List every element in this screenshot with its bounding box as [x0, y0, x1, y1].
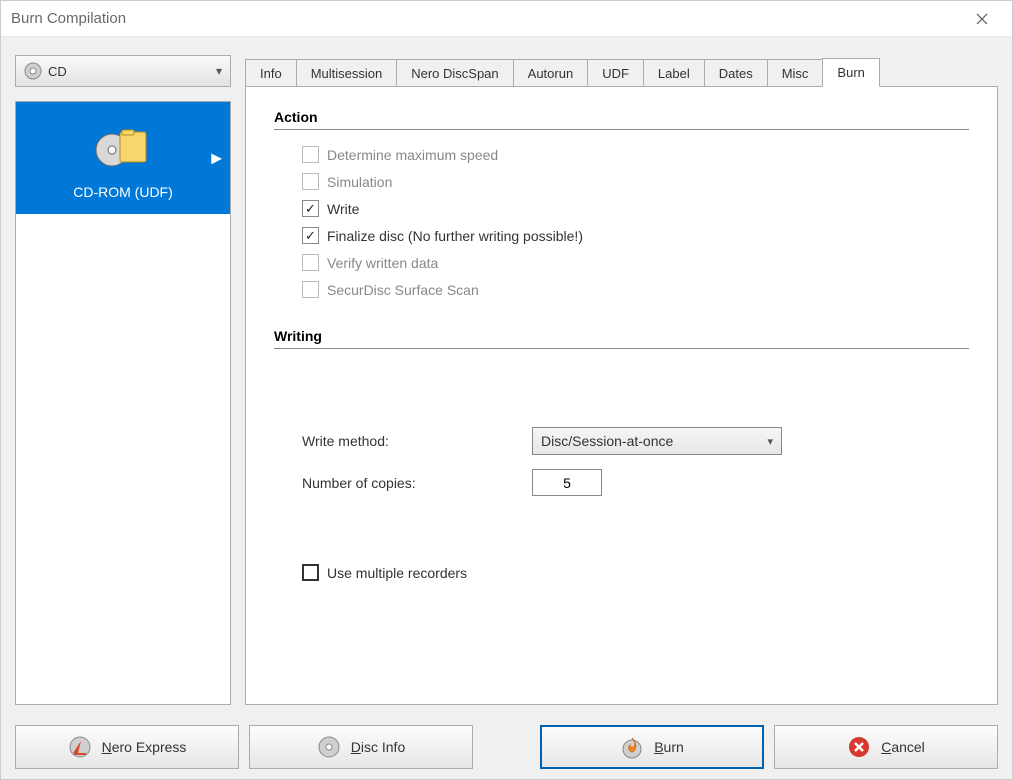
checkbox-label: Finalize disc (No further writing possib…: [327, 228, 583, 244]
checkbox-label: Use multiple recorders: [327, 565, 467, 581]
write-method-label: Write method:: [302, 433, 532, 449]
checkbox-icon: [302, 254, 319, 271]
cancel-icon: [847, 735, 871, 759]
disc-info-icon: [317, 735, 341, 759]
tab-info[interactable]: Info: [245, 59, 297, 87]
checkbox-label: SecurDisc Surface Scan: [327, 282, 479, 298]
button-label: CCancelancel: [881, 739, 925, 755]
close-button[interactable]: [962, 4, 1002, 34]
nero-express-icon: [68, 735, 92, 759]
checkbox-verify: Verify written data: [302, 254, 969, 271]
chevron-down-icon: ▾: [767, 435, 773, 448]
tab-label[interactable]: Label: [643, 59, 705, 87]
button-label: BBurnurn: [654, 739, 684, 755]
copies-label: Number of copies:: [302, 475, 532, 491]
checkbox-determine-speed: Determine maximum speed: [302, 146, 969, 163]
titlebar: Burn Compilation: [1, 1, 1012, 37]
checkbox-icon-checked: [302, 227, 319, 244]
button-label: DDisc Infoisc Info: [351, 739, 405, 755]
nero-express-button[interactable]: NNero Expressero Express: [15, 725, 239, 769]
tab-dates[interactable]: Dates: [704, 59, 768, 87]
burn-icon: [620, 735, 644, 759]
burn-button[interactable]: BBurnurn: [540, 725, 764, 769]
write-method-select[interactable]: Disc/Session-at-once ▾: [532, 427, 782, 455]
checkbox-label: Verify written data: [327, 255, 438, 271]
tab-panel-burn: Action Determine maximum speed Simulatio…: [245, 86, 998, 705]
tab-discspan[interactable]: Nero DiscSpan: [396, 59, 513, 87]
section-action-header: Action: [274, 109, 969, 130]
checkbox-securdisc: SecurDisc Surface Scan: [302, 281, 969, 298]
checkbox-label: Write: [327, 201, 359, 217]
button-label: NNero Expressero Express: [102, 739, 187, 755]
disc-icon: [24, 62, 42, 80]
checkbox-multi-recorders[interactable]: Use multiple recorders: [302, 564, 969, 581]
tab-misc[interactable]: Misc: [767, 59, 824, 87]
footer-buttons: NNero Expressero Express DDisc Infoisc I…: [1, 715, 1012, 779]
checkbox-label: Determine maximum speed: [327, 147, 498, 163]
cdrom-udf-icon: [94, 122, 152, 170]
checkbox-finalize[interactable]: Finalize disc (No further writing possib…: [302, 227, 969, 244]
checkbox-icon-checked: [302, 200, 319, 217]
window-title: Burn Compilation: [11, 10, 126, 27]
tab-multisession[interactable]: Multisession: [296, 59, 398, 87]
compilation-type-item-selected[interactable]: ▶ CD-ROM (UDF): [16, 102, 230, 214]
checkbox-icon: [302, 564, 319, 581]
checkbox-icon: [302, 281, 319, 298]
write-method-value: Disc/Session-at-once: [541, 433, 673, 449]
disc-type-label: CD: [48, 64, 67, 79]
checkbox-icon: [302, 146, 319, 163]
disc-info-button[interactable]: DDisc Infoisc Info: [249, 725, 473, 769]
compilation-type-label: CD-ROM (UDF): [73, 184, 173, 200]
checkbox-label: Simulation: [327, 174, 392, 190]
tab-autorun[interactable]: Autorun: [513, 59, 589, 87]
disc-type-dropdown[interactable]: CD ▾: [15, 55, 231, 87]
checkbox-simulation: Simulation: [302, 173, 969, 190]
cancel-button[interactable]: CCancelancel: [774, 725, 998, 769]
row-write-method: Write method: Disc/Session-at-once ▾: [302, 427, 969, 455]
checkbox-icon: [302, 173, 319, 190]
row-copies: Number of copies:: [302, 469, 969, 496]
checkbox-write[interactable]: Write: [302, 200, 969, 217]
copies-input[interactable]: [532, 469, 602, 496]
tab-udf[interactable]: UDF: [587, 59, 644, 87]
play-arrow-icon: ▶: [211, 150, 222, 167]
chevron-down-icon: ▾: [216, 64, 222, 78]
compilation-type-list: ▶ CD-ROM (UDF): [15, 101, 231, 705]
tab-burn[interactable]: Burn: [822, 58, 879, 87]
tab-bar: Info Multisession Nero DiscSpan Autorun …: [245, 55, 998, 87]
section-writing-header: Writing: [274, 328, 969, 349]
